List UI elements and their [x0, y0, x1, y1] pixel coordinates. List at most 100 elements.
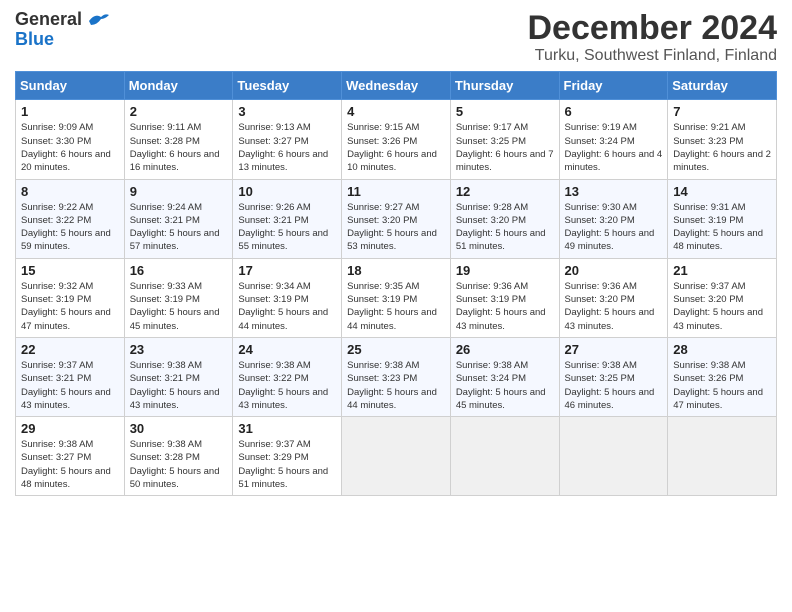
day-number: 18	[347, 263, 445, 278]
day-info: Sunrise: 9:22 AMSunset: 3:22 PMDaylight:…	[21, 201, 119, 254]
day-number: 27	[565, 342, 663, 357]
day-number: 8	[21, 184, 119, 199]
day-number: 25	[347, 342, 445, 357]
day-info: Sunrise: 9:19 AMSunset: 3:24 PMDaylight:…	[565, 121, 663, 174]
calendar-week-row: 1 Sunrise: 9:09 AMSunset: 3:30 PMDaylight…	[16, 100, 777, 179]
main-title: December 2024	[527, 10, 777, 47]
calendar-cell: 21Sunrise: 9:37 AMSunset: 3:20 PMDayligh…	[668, 258, 777, 337]
subtitle: Turku, Southwest Finland, Finland	[527, 47, 777, 65]
day-info: Sunrise: 9:38 AMSunset: 3:26 PMDaylight:…	[673, 359, 771, 412]
day-info: Sunrise: 9:38 AMSunset: 3:21 PMDaylight:…	[130, 359, 228, 412]
day-number: 7	[673, 104, 771, 119]
day-number: 30	[130, 421, 228, 436]
day-info: Sunrise: 9:21 AMSunset: 3:23 PMDaylight:…	[673, 121, 771, 174]
calendar-cell: 23 Sunrise: 9:38 AMSunset: 3:21 PMDayligh…	[124, 337, 233, 416]
day-number: 12	[456, 184, 554, 199]
day-number: 2	[130, 104, 228, 119]
calendar-cell: 3 Sunrise: 9:13 AMSunset: 3:27 PMDaylight…	[233, 100, 342, 179]
day-number: 17	[238, 263, 336, 278]
calendar-cell: 10 Sunrise: 9:26 AMSunset: 3:21 PMDayligh…	[233, 179, 342, 258]
calendar-header-thursday: Thursday	[450, 72, 559, 100]
header: GeneralBlue December 2024 Turku, Southwe…	[15, 10, 777, 65]
page: GeneralBlue December 2024 Turku, Southwe…	[0, 0, 792, 612]
day-info: Sunrise: 9:38 AMSunset: 3:24 PMDaylight:…	[456, 359, 554, 412]
day-number: 1	[21, 104, 119, 119]
day-info: Sunrise: 9:38 AMSunset: 3:28 PMDaylight:…	[130, 438, 228, 491]
day-number: 4	[347, 104, 445, 119]
calendar-header-monday: Monday	[124, 72, 233, 100]
calendar-week-row: 15 Sunrise: 9:32 AMSunset: 3:19 PMDayligh…	[16, 258, 777, 337]
calendar-cell: 11Sunrise: 9:27 AMSunset: 3:20 PMDayligh…	[342, 179, 451, 258]
calendar-table: SundayMondayTuesdayWednesdayThursdayFrid…	[15, 71, 777, 496]
day-info: Sunrise: 9:24 AMSunset: 3:21 PMDaylight:…	[130, 201, 228, 254]
calendar-cell: 12 Sunrise: 9:28 AMSunset: 3:20 PMDayligh…	[450, 179, 559, 258]
calendar-cell	[342, 417, 451, 496]
day-info: Sunrise: 9:38 AMSunset: 3:25 PMDaylight:…	[565, 359, 663, 412]
day-info: Sunrise: 9:38 AMSunset: 3:27 PMDaylight:…	[21, 438, 119, 491]
calendar-header-friday: Friday	[559, 72, 668, 100]
day-info: Sunrise: 9:37 AMSunset: 3:20 PMDaylight:…	[673, 280, 771, 333]
day-info: Sunrise: 9:13 AMSunset: 3:27 PMDaylight:…	[238, 121, 336, 174]
day-number: 23	[130, 342, 228, 357]
calendar-cell: 22Sunrise: 9:37 AMSunset: 3:21 PMDayligh…	[16, 337, 125, 416]
day-info: Sunrise: 9:33 AMSunset: 3:19 PMDaylight:…	[130, 280, 228, 333]
day-info: Sunrise: 9:34 AMSunset: 3:19 PMDaylight:…	[238, 280, 336, 333]
calendar-cell: 18 Sunrise: 9:35 AMSunset: 3:19 PMDayligh…	[342, 258, 451, 337]
day-number: 28	[673, 342, 771, 357]
day-info: Sunrise: 9:38 AMSunset: 3:22 PMDaylight:…	[238, 359, 336, 412]
day-number: 10	[238, 184, 336, 199]
bird-icon	[86, 11, 112, 29]
day-info: Sunrise: 9:26 AMSunset: 3:21 PMDaylight:…	[238, 201, 336, 254]
calendar-cell: 19 Sunrise: 9:36 AMSunset: 3:19 PMDayligh…	[450, 258, 559, 337]
day-info: Sunrise: 9:30 AMSunset: 3:20 PMDaylight:…	[565, 201, 663, 254]
calendar-header-row: SundayMondayTuesdayWednesdayThursdayFrid…	[16, 72, 777, 100]
day-info: Sunrise: 9:38 AMSunset: 3:23 PMDaylight:…	[347, 359, 445, 412]
calendar-cell: 16 Sunrise: 9:33 AMSunset: 3:19 PMDayligh…	[124, 258, 233, 337]
day-number: 19	[456, 263, 554, 278]
calendar-cell: 2Sunrise: 9:11 AMSunset: 3:28 PMDaylight…	[124, 100, 233, 179]
title-area: December 2024 Turku, Southwest Finland, …	[527, 10, 777, 65]
calendar-cell: 1 Sunrise: 9:09 AMSunset: 3:30 PMDaylight…	[16, 100, 125, 179]
calendar-cell: 4 Sunrise: 9:15 AMSunset: 3:26 PMDaylight…	[342, 100, 451, 179]
calendar-cell: 31Sunrise: 9:37 AMSunset: 3:29 PMDayligh…	[233, 417, 342, 496]
day-number: 3	[238, 104, 336, 119]
calendar-cell: 20Sunrise: 9:36 AMSunset: 3:20 PMDayligh…	[559, 258, 668, 337]
calendar-cell: 29 Sunrise: 9:38 AMSunset: 3:27 PMDayligh…	[16, 417, 125, 496]
calendar-cell: 9 Sunrise: 9:24 AMSunset: 3:21 PMDaylight…	[124, 179, 233, 258]
day-info: Sunrise: 9:32 AMSunset: 3:19 PMDaylight:…	[21, 280, 119, 333]
calendar-cell: 26 Sunrise: 9:38 AMSunset: 3:24 PMDayligh…	[450, 337, 559, 416]
calendar-cell	[559, 417, 668, 496]
calendar-cell: 6 Sunrise: 9:19 AMSunset: 3:24 PMDaylight…	[559, 100, 668, 179]
calendar-cell: 24 Sunrise: 9:38 AMSunset: 3:22 PMDayligh…	[233, 337, 342, 416]
day-info: Sunrise: 9:17 AMSunset: 3:25 PMDaylight:…	[456, 121, 554, 174]
calendar-cell: 8 Sunrise: 9:22 AMSunset: 3:22 PMDaylight…	[16, 179, 125, 258]
calendar-cell	[450, 417, 559, 496]
day-number: 31	[238, 421, 336, 436]
day-number: 6	[565, 104, 663, 119]
calendar-cell: 28 Sunrise: 9:38 AMSunset: 3:26 PMDayligh…	[668, 337, 777, 416]
day-info: Sunrise: 9:35 AMSunset: 3:19 PMDaylight:…	[347, 280, 445, 333]
day-number: 29	[21, 421, 119, 436]
logo: GeneralBlue	[15, 10, 112, 50]
day-number: 15	[21, 263, 119, 278]
day-number: 26	[456, 342, 554, 357]
calendar-cell: 13 Sunrise: 9:30 AMSunset: 3:20 PMDayligh…	[559, 179, 668, 258]
day-info: Sunrise: 9:15 AMSunset: 3:26 PMDaylight:…	[347, 121, 445, 174]
day-number: 9	[130, 184, 228, 199]
calendar-week-row: 8 Sunrise: 9:22 AMSunset: 3:22 PMDaylight…	[16, 179, 777, 258]
day-info: Sunrise: 9:09 AMSunset: 3:30 PMDaylight:…	[21, 121, 119, 174]
day-number: 5	[456, 104, 554, 119]
day-number: 11	[347, 184, 445, 199]
day-number: 14	[673, 184, 771, 199]
day-number: 22	[21, 342, 119, 357]
day-number: 13	[565, 184, 663, 199]
logo-general-text: General	[15, 10, 82, 30]
day-number: 24	[238, 342, 336, 357]
calendar-cell: 30 Sunrise: 9:38 AMSunset: 3:28 PMDayligh…	[124, 417, 233, 496]
day-info: Sunrise: 9:36 AMSunset: 3:19 PMDaylight:…	[456, 280, 554, 333]
calendar-cell: 27 Sunrise: 9:38 AMSunset: 3:25 PMDayligh…	[559, 337, 668, 416]
calendar-cell: 15 Sunrise: 9:32 AMSunset: 3:19 PMDayligh…	[16, 258, 125, 337]
calendar-cell	[668, 417, 777, 496]
day-info: Sunrise: 9:28 AMSunset: 3:20 PMDaylight:…	[456, 201, 554, 254]
day-number: 16	[130, 263, 228, 278]
